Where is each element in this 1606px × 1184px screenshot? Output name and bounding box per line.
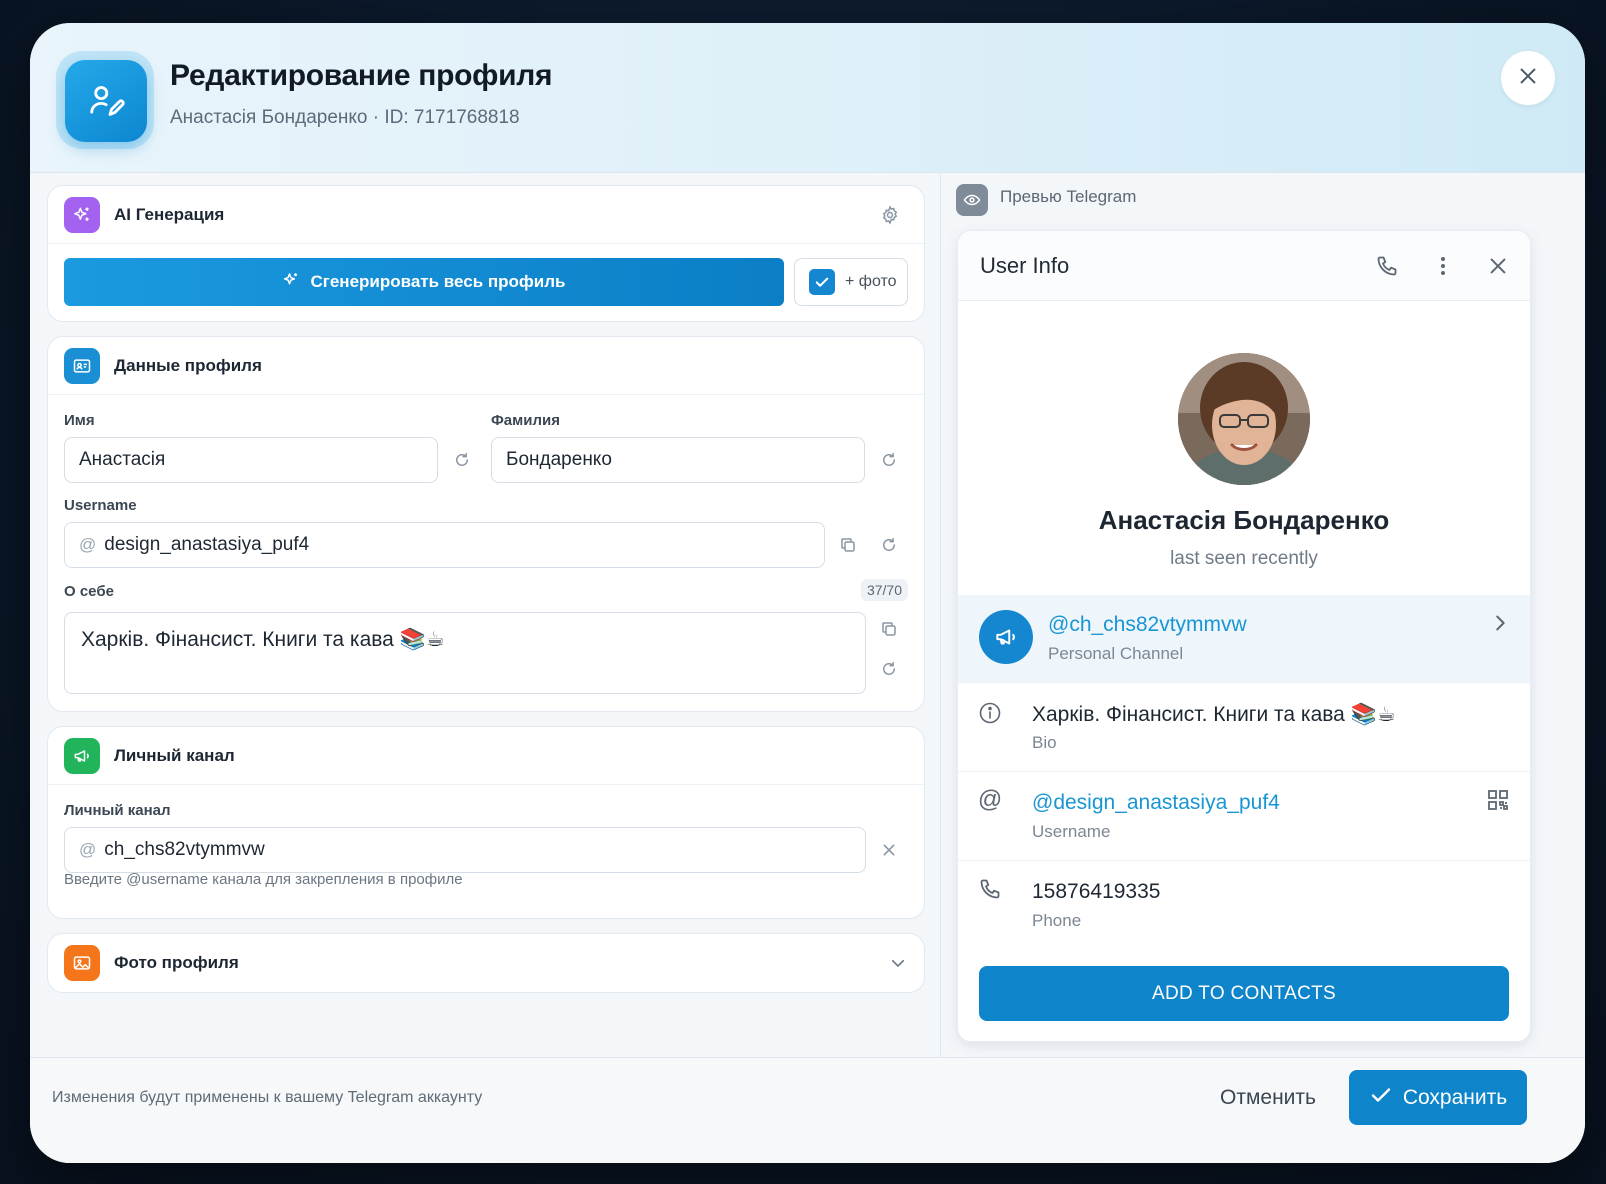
first-name-label: Имя — [64, 412, 95, 429]
close-button[interactable] — [1501, 51, 1555, 105]
save-button[interactable]: Сохранить — [1349, 1070, 1527, 1125]
megaphone-icon — [64, 738, 100, 774]
regenerate-last-name-icon[interactable] — [879, 450, 899, 470]
bio-textarea[interactable]: Харків. Фінансист. Книги та кава 📚☕ — [64, 612, 866, 694]
tg-last-seen: last seen recently — [1170, 548, 1318, 569]
add-to-contacts-button[interactable]: ADD TO CONTACTS — [979, 966, 1509, 1021]
sparkles-icon — [282, 271, 300, 294]
ai-generation-card: AI Генерация Сгенерировать весь профиль … — [47, 185, 925, 322]
info-icon — [978, 701, 1002, 725]
photo-toggle-label: + фото — [845, 273, 897, 290]
username-value: design_anastasiya_puf4 — [104, 534, 310, 555]
channel-megaphone-icon — [979, 610, 1033, 664]
bio-char-counter: 37/70 — [860, 579, 908, 601]
tg-header: User Info — [958, 231, 1530, 301]
bio-value: Харків. Фінансист. Книги та кава 📚☕ — [81, 628, 445, 651]
at-sign-icon: @ — [977, 786, 1003, 813]
chevron-right-icon — [1488, 611, 1512, 635]
page-subtitle: Анастасія Бондаренко · ID: 7171768818 — [170, 107, 520, 128]
eye-icon — [956, 184, 988, 216]
channel-label: Личный канал — [64, 802, 171, 819]
tg-phone-number: 15876419335 — [1032, 880, 1161, 903]
channel-input[interactable]: @ ch_chs82vtymmvw — [64, 827, 866, 873]
regenerate-username-icon[interactable] — [879, 535, 899, 555]
settings-gear-icon[interactable] — [880, 205, 900, 225]
chevron-down-icon[interactable] — [888, 953, 908, 973]
tg-phone-sub: Phone — [1032, 911, 1082, 930]
id-card-icon — [64, 348, 100, 384]
username-input[interactable]: @ design_anastasiya_puf4 — [64, 522, 825, 568]
channel-at-prefix: @ — [79, 840, 97, 859]
generate-profile-button[interactable]: Сгенерировать весь профиль — [64, 258, 784, 306]
tg-channel-row[interactable]: @ch_chs82vtymmvw Personal Channel — [958, 595, 1530, 683]
edit-profile-modal: Редактирование профиля Анастасія Бондаре… — [30, 23, 1585, 1163]
copy-bio-icon[interactable] — [879, 619, 899, 639]
tg-username-row: @ @design_anastasiya_puf4 Username — [958, 772, 1530, 861]
tg-bio-row: Харків. Фінансист. Книги та кава 📚☕ Bio — [958, 683, 1530, 772]
modal-footer: Изменения будут применены к вашему Teleg… — [30, 1057, 1585, 1163]
profile-card-header: Данные профиля — [48, 337, 924, 395]
profile-card-title: Данные профиля — [114, 356, 262, 375]
channel-card-header: Личный канал — [48, 727, 924, 785]
qr-code-icon[interactable] — [1486, 788, 1510, 812]
regenerate-bio-icon[interactable] — [879, 659, 899, 679]
generate-profile-label: Сгенерировать весь профиль — [310, 272, 566, 291]
tg-username-link[interactable]: @design_anastasiya_puf4 — [1032, 791, 1280, 815]
bio-label: О себе — [64, 583, 114, 600]
tg-channel-link[interactable]: @ch_chs82vtymmvw — [1048, 613, 1247, 637]
photo-card-header[interactable]: Фото профиля — [48, 934, 924, 992]
save-label: Сохранить — [1402, 1085, 1508, 1109]
username-label: Username — [64, 497, 137, 514]
copy-username-icon[interactable] — [838, 535, 858, 555]
tg-phone-row: 15876419335 Phone — [958, 861, 1530, 950]
phone-call-icon[interactable] — [1374, 253, 1400, 279]
photo-checkbox[interactable] — [809, 269, 835, 295]
include-photo-toggle[interactable]: + фото — [794, 258, 908, 306]
sparkles-icon — [64, 197, 100, 233]
clear-channel-icon[interactable] — [879, 840, 899, 860]
tg-username-sub: Username — [1032, 822, 1111, 841]
tg-display-name: Анастасія Бондаренко — [1098, 505, 1390, 535]
cancel-button[interactable]: Отменить — [1220, 1082, 1316, 1114]
last-name-value: Бондаренко — [506, 449, 612, 470]
more-vertical-icon[interactable] — [1430, 253, 1456, 279]
tg-bio-text: Харків. Фінансист. Книги та кава 📚☕ — [1032, 703, 1396, 726]
phone-icon — [978, 877, 1002, 901]
column-divider — [940, 173, 941, 1057]
channel-card-title: Личный канал — [114, 746, 235, 765]
footer-note: Изменения будут применены к вашему Teleg… — [52, 1089, 483, 1106]
profile-photo-card[interactable]: Фото профиля — [47, 933, 925, 993]
profile-data-card: Данные профиля Имя Анастасія Фамилия Бон… — [47, 336, 925, 712]
close-icon — [1517, 65, 1539, 92]
tg-window-title: User Info — [980, 253, 1070, 278]
last-name-input[interactable]: Бондаренко — [491, 437, 865, 483]
tg-close-icon[interactable] — [1485, 253, 1511, 279]
preview-label: Превью Telegram — [1000, 187, 1137, 206]
personal-channel-card: Личный канал Личный канал @ ch_chs82vtym… — [47, 726, 925, 919]
regenerate-first-name-icon[interactable] — [452, 450, 472, 470]
telegram-preview: User Info Анастасія Бондаренко last seen… — [957, 230, 1531, 1042]
ai-card-title: AI Генерация — [114, 205, 225, 224]
channel-hint: Введите @username канала для закрепления… — [64, 871, 463, 888]
first-name-input[interactable]: Анастасія — [64, 437, 438, 483]
ai-card-header: AI Генерация — [48, 186, 924, 244]
avatar — [1178, 353, 1310, 485]
modal-header: Редактирование профиля Анастасія Бондаре… — [30, 23, 1585, 173]
photo-card-title: Фото профиля — [114, 953, 239, 972]
first-name-value: Анастасія — [79, 449, 166, 470]
check-icon — [1369, 1083, 1393, 1113]
username-at-prefix: @ — [79, 535, 97, 554]
image-icon — [64, 945, 100, 981]
tg-bio-sub: Bio — [1032, 733, 1057, 752]
channel-value: ch_chs82vtymmvw — [104, 839, 265, 860]
edit-user-icon — [65, 60, 147, 142]
tg-channel-sub: Personal Channel — [1048, 644, 1184, 663]
page-title: Редактирование профиля — [170, 59, 553, 92]
last-name-label: Фамилия — [491, 412, 560, 429]
